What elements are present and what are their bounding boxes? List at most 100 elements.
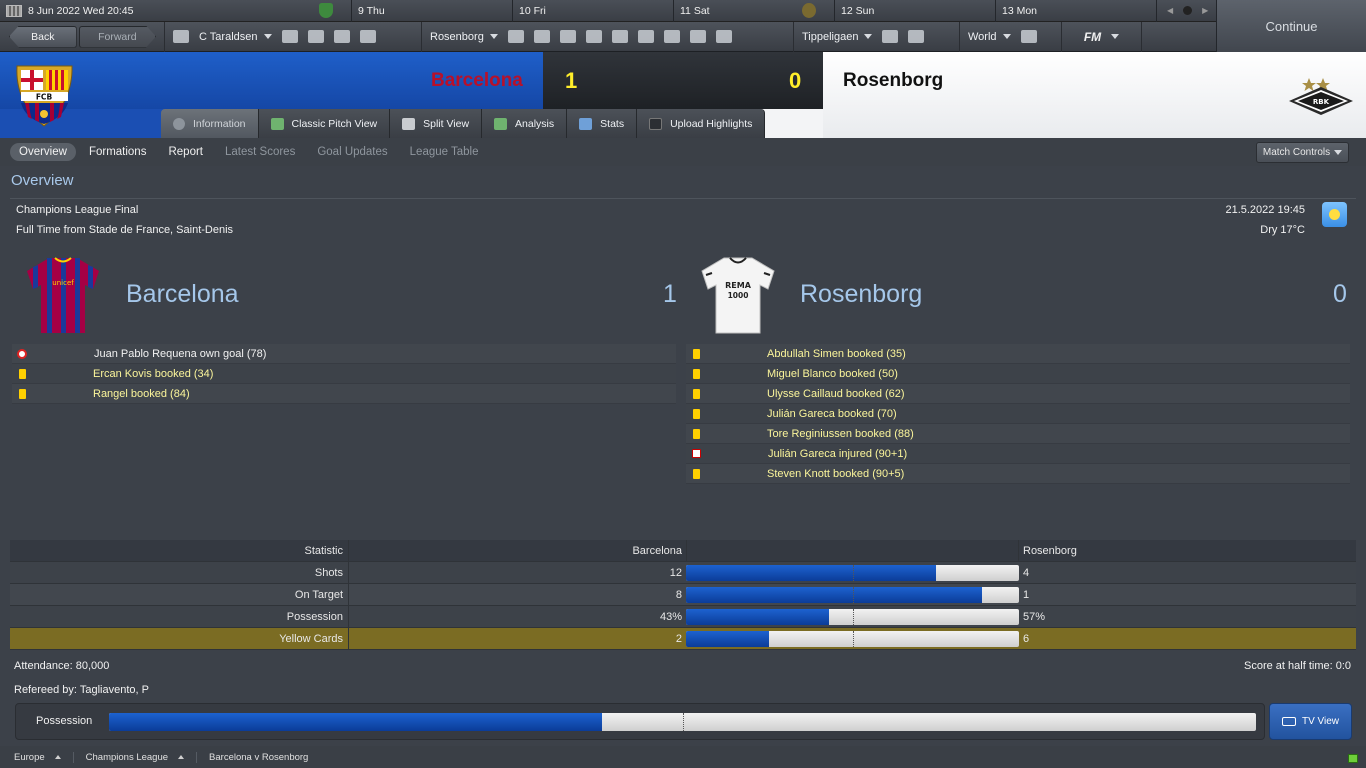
- staff-icon[interactable]: [663, 30, 680, 43]
- subnav-report[interactable]: Report: [159, 143, 212, 161]
- event-text[interactable]: Rangel booked (84): [93, 388, 190, 400]
- calendar-prev-icon[interactable]: ◀: [1167, 6, 1173, 15]
- subnav-goal-updates[interactable]: Goal Updates: [308, 143, 396, 161]
- league-name: Tippeligaen: [802, 30, 859, 43]
- continue-button[interactable]: Continue: [1216, 0, 1366, 52]
- club-menu[interactable]: Rosenborg: [430, 31, 498, 43]
- event-row: Steven Knott booked (90+5): [686, 464, 1350, 484]
- facilities-icon[interactable]: [689, 30, 706, 43]
- header-home-score: 1: [565, 68, 578, 93]
- calendar-next-icon[interactable]: ▶: [1202, 6, 1208, 15]
- stats-icon[interactable]: [715, 30, 732, 43]
- tab-stats[interactable]: Stats: [567, 109, 638, 138]
- split-view-icon: [402, 117, 416, 130]
- tab-classic-pitch-view[interactable]: Classic Pitch View: [258, 109, 391, 138]
- tab-upload-highlights[interactable]: Upload Highlights: [637, 109, 766, 138]
- event-text[interactable]: Tore Reginiussen booked (88): [767, 428, 914, 440]
- stat-midline: [852, 630, 854, 647]
- fixtures-icon[interactable]: [908, 30, 925, 43]
- world-menu[interactable]: World: [968, 31, 1011, 43]
- tab-split-view[interactable]: Split View: [390, 109, 483, 138]
- event-text[interactable]: Ercan Kovis booked (34): [93, 368, 213, 380]
- current-date: 8 Jun 2022 Wed 20:45: [28, 5, 134, 17]
- chevron-down-icon: [1002, 34, 1011, 39]
- club-name: Rosenborg: [430, 30, 484, 43]
- match-controls-button[interactable]: Match Controls: [1256, 142, 1349, 163]
- world-label: World: [968, 30, 997, 43]
- event-row: Ulysse Caillaud booked (62): [686, 384, 1350, 404]
- fm-menu[interactable]: FM: [1062, 21, 1142, 52]
- transfers-icon[interactable]: [637, 30, 654, 43]
- tab-label: Information: [193, 117, 246, 130]
- subnav-league-table[interactable]: League Table: [401, 143, 488, 161]
- forward-button[interactable]: Forward: [79, 26, 156, 48]
- inbox-icon[interactable]: [281, 30, 298, 43]
- stats-chart-icon: [579, 117, 593, 130]
- notes-icon[interactable]: [333, 30, 350, 43]
- event-text[interactable]: Miguel Blanco booked (50): [767, 368, 898, 380]
- stat-comparison-bar: [686, 564, 1019, 581]
- rosenborg-kit-icon: REMA 1000: [701, 257, 775, 334]
- finances-icon[interactable]: [585, 30, 602, 43]
- competitions-icon[interactable]: [1020, 30, 1037, 43]
- breadcrumb-champions-league[interactable]: Champions League: [86, 751, 198, 763]
- stats-header-away: Rosenborg: [1023, 544, 1077, 557]
- calendar-icon[interactable]: [6, 5, 22, 17]
- calendar-day[interactable]: 13 Mon: [996, 0, 1157, 22]
- league-nav: Tippeligaen: [794, 21, 960, 52]
- stat-away-value: 6: [1023, 632, 1030, 645]
- yellow-card-icon: [693, 428, 700, 439]
- schedule-icon[interactable]: [611, 30, 628, 43]
- subnav-latest-scores[interactable]: Latest Scores: [216, 143, 304, 161]
- subnav-overview[interactable]: Overview: [10, 143, 76, 161]
- header-away-score: 0: [789, 68, 802, 93]
- league-menu[interactable]: Tippeligaen: [802, 30, 873, 43]
- tactics-icon[interactable]: [533, 30, 550, 43]
- event-row: Ercan Kovis booked (34): [12, 364, 676, 384]
- tab-label: Analysis: [515, 117, 555, 130]
- event-text[interactable]: Julián Gareca booked (70): [767, 408, 897, 420]
- breadcrumb-match[interactable]: Barcelona v Rosenborg: [209, 752, 320, 763]
- calendar-day[interactable]: 11 Sat: [674, 0, 835, 22]
- event-text[interactable]: Abdullah Simen booked (35): [767, 348, 906, 360]
- tv-view-button[interactable]: TV View: [1269, 703, 1352, 740]
- tab-information[interactable]: Information: [161, 109, 259, 138]
- world-nav: World: [960, 21, 1062, 52]
- calendar-day[interactable]: 12 Sun: [835, 0, 996, 22]
- home-icon[interactable]: [173, 30, 189, 43]
- weather-text: Dry 17°C: [1260, 224, 1305, 236]
- event-text[interactable]: Juan Pablo Requena own goal (78): [94, 348, 266, 360]
- yellow-card-icon: [693, 368, 700, 379]
- people-icon[interactable]: [307, 30, 324, 43]
- breadcrumb-europe[interactable]: Europe: [14, 751, 74, 763]
- club-badge-icon: [319, 3, 333, 18]
- manager-menu[interactable]: C Taraldsen: [199, 31, 272, 43]
- calendar-today-dot-icon[interactable]: [1183, 6, 1193, 15]
- briefcase-icon[interactable]: [359, 30, 376, 43]
- stats-header-row: Statistic Barcelona Rosenborg: [10, 539, 1356, 562]
- calendar-day[interactable]: 10 Fri: [513, 0, 674, 22]
- stats-row: Possession 43% 57%: [10, 606, 1356, 628]
- list-icon[interactable]: [882, 30, 899, 43]
- back-button[interactable]: Back: [9, 25, 77, 48]
- event-text[interactable]: Julián Gareca injured (90+1): [768, 448, 907, 460]
- event-text[interactable]: Steven Knott booked (90+5): [767, 468, 904, 480]
- event-text[interactable]: Ulysse Caillaud booked (62): [767, 388, 905, 400]
- squad-icon[interactable]: [507, 30, 524, 43]
- calendar-day-label: 10 Fri: [519, 5, 546, 17]
- calendar-today[interactable]: 8 Jun 2022 Wed 20:45: [0, 0, 352, 22]
- club-nav: Rosenborg: [422, 21, 794, 52]
- stats-header-name: Statistic: [10, 540, 349, 561]
- attendance-text: Attendance: 80,000: [14, 660, 110, 672]
- stat-name: Shots: [10, 562, 349, 583]
- subnav-formations[interactable]: Formations: [80, 143, 156, 161]
- tab-analysis[interactable]: Analysis: [482, 109, 568, 138]
- stats-header-home: Barcelona: [632, 544, 682, 557]
- stat-home-value: 8: [675, 588, 682, 601]
- fm-logo: FM: [1083, 29, 1102, 44]
- calendar-day[interactable]: 9 Thu: [352, 0, 513, 22]
- svg-text:REMA: REMA: [725, 281, 752, 290]
- training-icon[interactable]: [559, 30, 576, 43]
- calendar-day-label: 11 Sat: [680, 5, 710, 17]
- club-badge-icon: [802, 3, 816, 18]
